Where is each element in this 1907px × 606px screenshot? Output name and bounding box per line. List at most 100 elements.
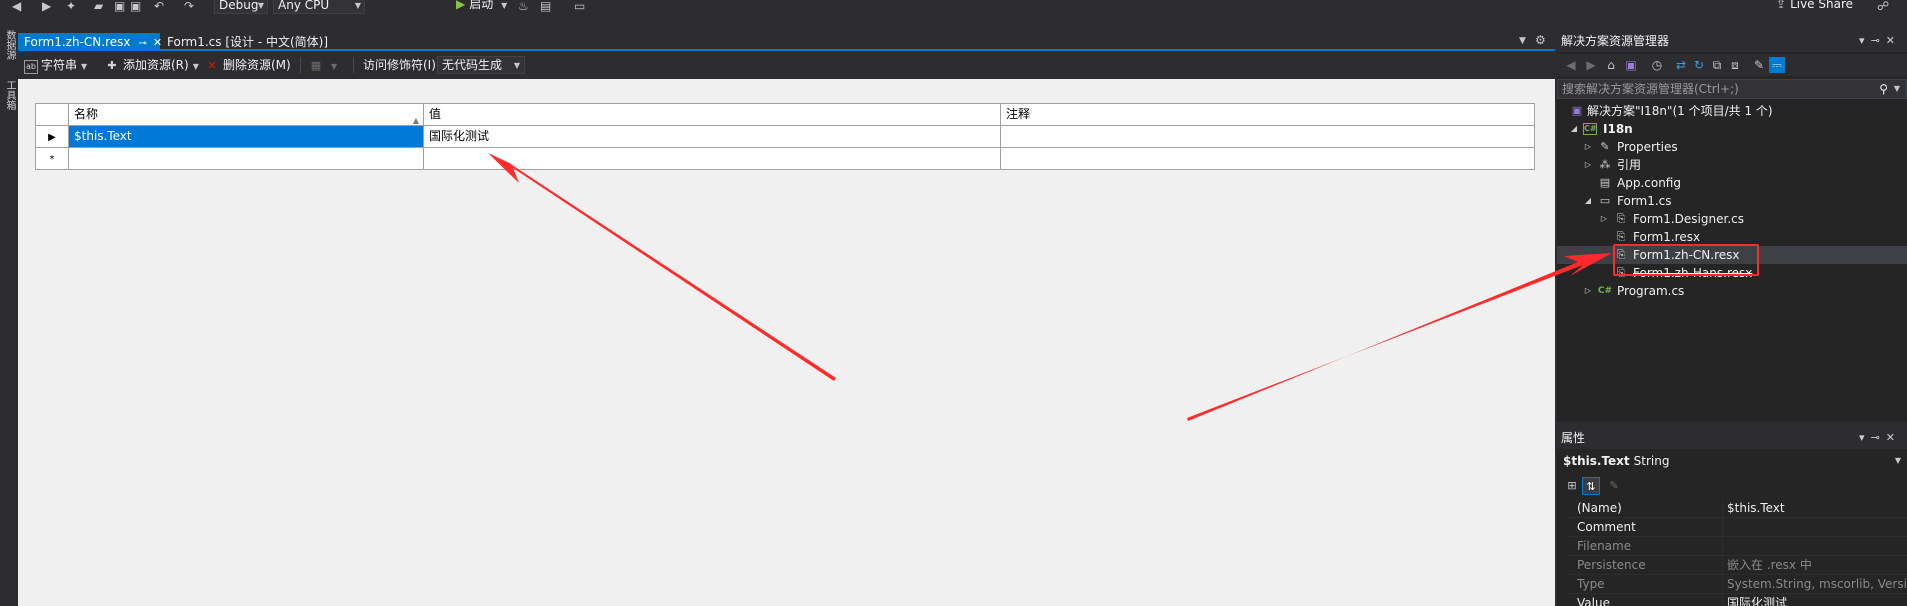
start-button[interactable]: ▶ 启动 ▼ <box>456 0 507 12</box>
forward-icon[interactable]: ▶ <box>1583 57 1599 73</box>
open-folder-icon[interactable]: ▰ <box>94 0 103 14</box>
forward-icon[interactable]: ▶ <box>42 0 51 14</box>
property-row[interactable]: Filename <box>1567 537 1907 556</box>
undo-icon[interactable]: ↶ <box>154 0 164 14</box>
pending-changes-icon[interactable]: ◷ <box>1649 57 1665 73</box>
access-modifier-select[interactable]: 无代码生成 ▼ <box>437 56 525 74</box>
property-value[interactable] <box>1722 537 1907 555</box>
collapse-all-icon[interactable]: ⧉ <box>1709 57 1725 73</box>
add-resource-button[interactable]: ✚ 添加资源(R) ▼ <box>104 57 198 73</box>
tree-node-properties[interactable]: ▷ ✎ Properties <box>1557 138 1907 156</box>
property-row[interactable]: Type System.String, mscorlib, Version= <box>1567 575 1907 594</box>
column-header-label: 名称 <box>74 107 99 121</box>
resource-editor-surface: 名称 ▲ 值 注释 ▶ $this.Text 国际化测试 * <box>18 79 1555 606</box>
cell-value[interactable] <box>424 148 1001 170</box>
property-value[interactable]: 国际化测试 <box>1722 594 1907 606</box>
close-icon[interactable]: ✕ <box>1886 431 1901 444</box>
property-value[interactable]: 嵌入在 .resx 中 <box>1722 556 1907 574</box>
property-row[interactable]: Comment <box>1567 518 1907 537</box>
row-selector[interactable]: * <box>36 148 69 170</box>
cell-name[interactable] <box>69 148 424 170</box>
collapsed-icon[interactable]: ▷ <box>1583 156 1593 174</box>
alphabetical-icon[interactable]: ⇅ <box>1582 477 1600 495</box>
pin-icon[interactable]: ⊸ <box>1871 34 1886 47</box>
column-header-name[interactable]: 名称 ▲ <box>69 104 424 126</box>
view-grid-icon: ▦ <box>310 59 322 72</box>
save-icon[interactable]: ▣ <box>114 0 125 14</box>
show-all-files-icon[interactable]: ⧈ <box>1727 57 1743 73</box>
save-all-icon[interactable]: ▣ <box>130 0 141 14</box>
resource-file-icon: ⎘ <box>1616 230 1626 243</box>
configuration-select[interactable]: Debug ▼ <box>214 0 268 14</box>
wrench-icon[interactable]: ✎ <box>1751 57 1767 73</box>
window-icon[interactable]: ▭ <box>574 0 585 14</box>
cell-value[interactable]: 国际化测试 <box>424 126 1001 148</box>
switch-views-icon[interactable]: ▣ <box>1623 57 1639 73</box>
property-value[interactable] <box>1722 518 1907 536</box>
panel-controls[interactable]: ▾⊸✕ <box>1859 427 1901 449</box>
tree-node-app-config[interactable]: ▤ App.config <box>1557 174 1907 192</box>
collapsed-icon[interactable]: ▷ <box>1583 282 1593 300</box>
refresh-icon[interactable]: ↻ <box>1691 57 1707 73</box>
gear-icon[interactable]: ⚙ <box>1535 33 1546 47</box>
collapsed-icon[interactable]: ▷ <box>1583 138 1593 156</box>
flame-icon[interactable]: ♨ <box>518 0 529 14</box>
strings-dropdown[interactable]: ab 字符串 ▼ <box>24 57 88 74</box>
chevron-down-icon[interactable]: ▾ <box>1859 431 1871 444</box>
close-icon[interactable]: ✕ <box>1886 34 1901 47</box>
new-row[interactable]: * <box>36 148 1535 170</box>
back-icon[interactable]: ◀ <box>12 0 21 14</box>
browse-icon[interactable]: ▤ <box>540 0 551 14</box>
property-value[interactable]: $this.Text <box>1722 499 1907 517</box>
row-selector[interactable]: ▶ <box>36 126 69 148</box>
property-row[interactable]: Value 国际化测试 <box>1567 594 1907 606</box>
platform-select[interactable]: Any CPU ▼ <box>273 0 365 14</box>
home-icon[interactable]: ⌂ <box>1603 57 1619 73</box>
collapsed-icon[interactable]: ▷ <box>1599 210 1609 228</box>
form-icon: ▭ <box>1599 194 1611 207</box>
tree-node-references[interactable]: ▷ ⁂ 引用 <box>1557 156 1907 174</box>
pin-icon[interactable]: ⊸ <box>139 38 147 49</box>
redo-icon[interactable]: ↷ <box>184 0 194 14</box>
tree-node-form1[interactable]: ◢ ▭ Form1.cs <box>1557 192 1907 210</box>
cell-name[interactable]: $this.Text <box>69 126 424 148</box>
config-file-icon: ▤ <box>1599 176 1611 189</box>
live-share-label: Live Share <box>1790 0 1854 11</box>
feedback-icon[interactable]: ☍ <box>1877 0 1889 14</box>
tree-node-form1-designer[interactable]: ▷ ⎘ Form1.Designer.cs <box>1557 210 1907 228</box>
expanded-icon[interactable]: ◢ <box>1583 192 1593 210</box>
property-value[interactable]: System.String, mscorlib, Version= <box>1722 575 1907 593</box>
chevron-down-icon: ▼ <box>81 62 88 71</box>
remove-resource-button[interactable]: ✕ 删除资源(M) <box>204 57 290 73</box>
new-item-icon[interactable]: ✦ <box>66 0 76 14</box>
tab-toolbox[interactable]: 工具箱 <box>2 80 16 110</box>
property-pages-icon[interactable]: ✎ <box>1605 477 1623 495</box>
tree-node-project[interactable]: ◢ C# I18n <box>1557 120 1907 138</box>
search-icon[interactable]: ⚲ <box>1879 80 1888 98</box>
tab-list-dropdown-icon[interactable]: ▼ <box>1519 36 1526 46</box>
pin-icon[interactable]: ⊸ <box>1871 431 1886 444</box>
sync-icon[interactable]: ⇄ <box>1673 57 1689 73</box>
cell-comment[interactable] <box>1001 126 1535 148</box>
property-row[interactable]: (Name) $this.Text <box>1567 499 1907 518</box>
views-dropdown[interactable]: ▦ ▼ <box>308 57 337 73</box>
property-row[interactable]: Persistence 嵌入在 .resx 中 <box>1567 556 1907 575</box>
chevron-down-icon[interactable]: ▾ <box>1859 34 1871 47</box>
cell-comment[interactable] <box>1001 148 1535 170</box>
tab-label: Form1.zh-CN.resx <box>24 35 131 49</box>
expanded-icon[interactable]: ◢ <box>1569 120 1579 138</box>
tree-node-solution[interactable]: ▣ 解决方案"I18n"(1 个项目/共 1 个) <box>1557 102 1907 120</box>
tree-node-program[interactable]: ▷ C# Program.cs <box>1557 282 1907 300</box>
column-header-value[interactable]: 值 <box>424 104 1001 126</box>
table-row[interactable]: ▶ $this.Text 国际化测试 <box>36 126 1535 148</box>
solution-search-input[interactable]: 搜索解决方案资源管理器(Ctrl+;) ⚲ ▼ <box>1557 79 1907 99</box>
back-icon[interactable]: ◀ <box>1563 57 1579 73</box>
tab-data-sources[interactable]: 数据源 <box>2 30 16 60</box>
chevron-down-icon[interactable]: ▼ <box>1894 80 1900 98</box>
panel-controls[interactable]: ▾⊸✕ <box>1859 30 1901 52</box>
preview-icon[interactable]: ⎓ <box>1769 57 1785 73</box>
object-selector[interactable]: $this.Text String ▼ <box>1557 451 1907 471</box>
live-share-button[interactable]: ⇪ Live Share <box>1776 0 1853 10</box>
column-header-comment[interactable]: 注释 <box>1001 104 1535 126</box>
categorized-icon[interactable]: ⊞ <box>1563 477 1581 495</box>
